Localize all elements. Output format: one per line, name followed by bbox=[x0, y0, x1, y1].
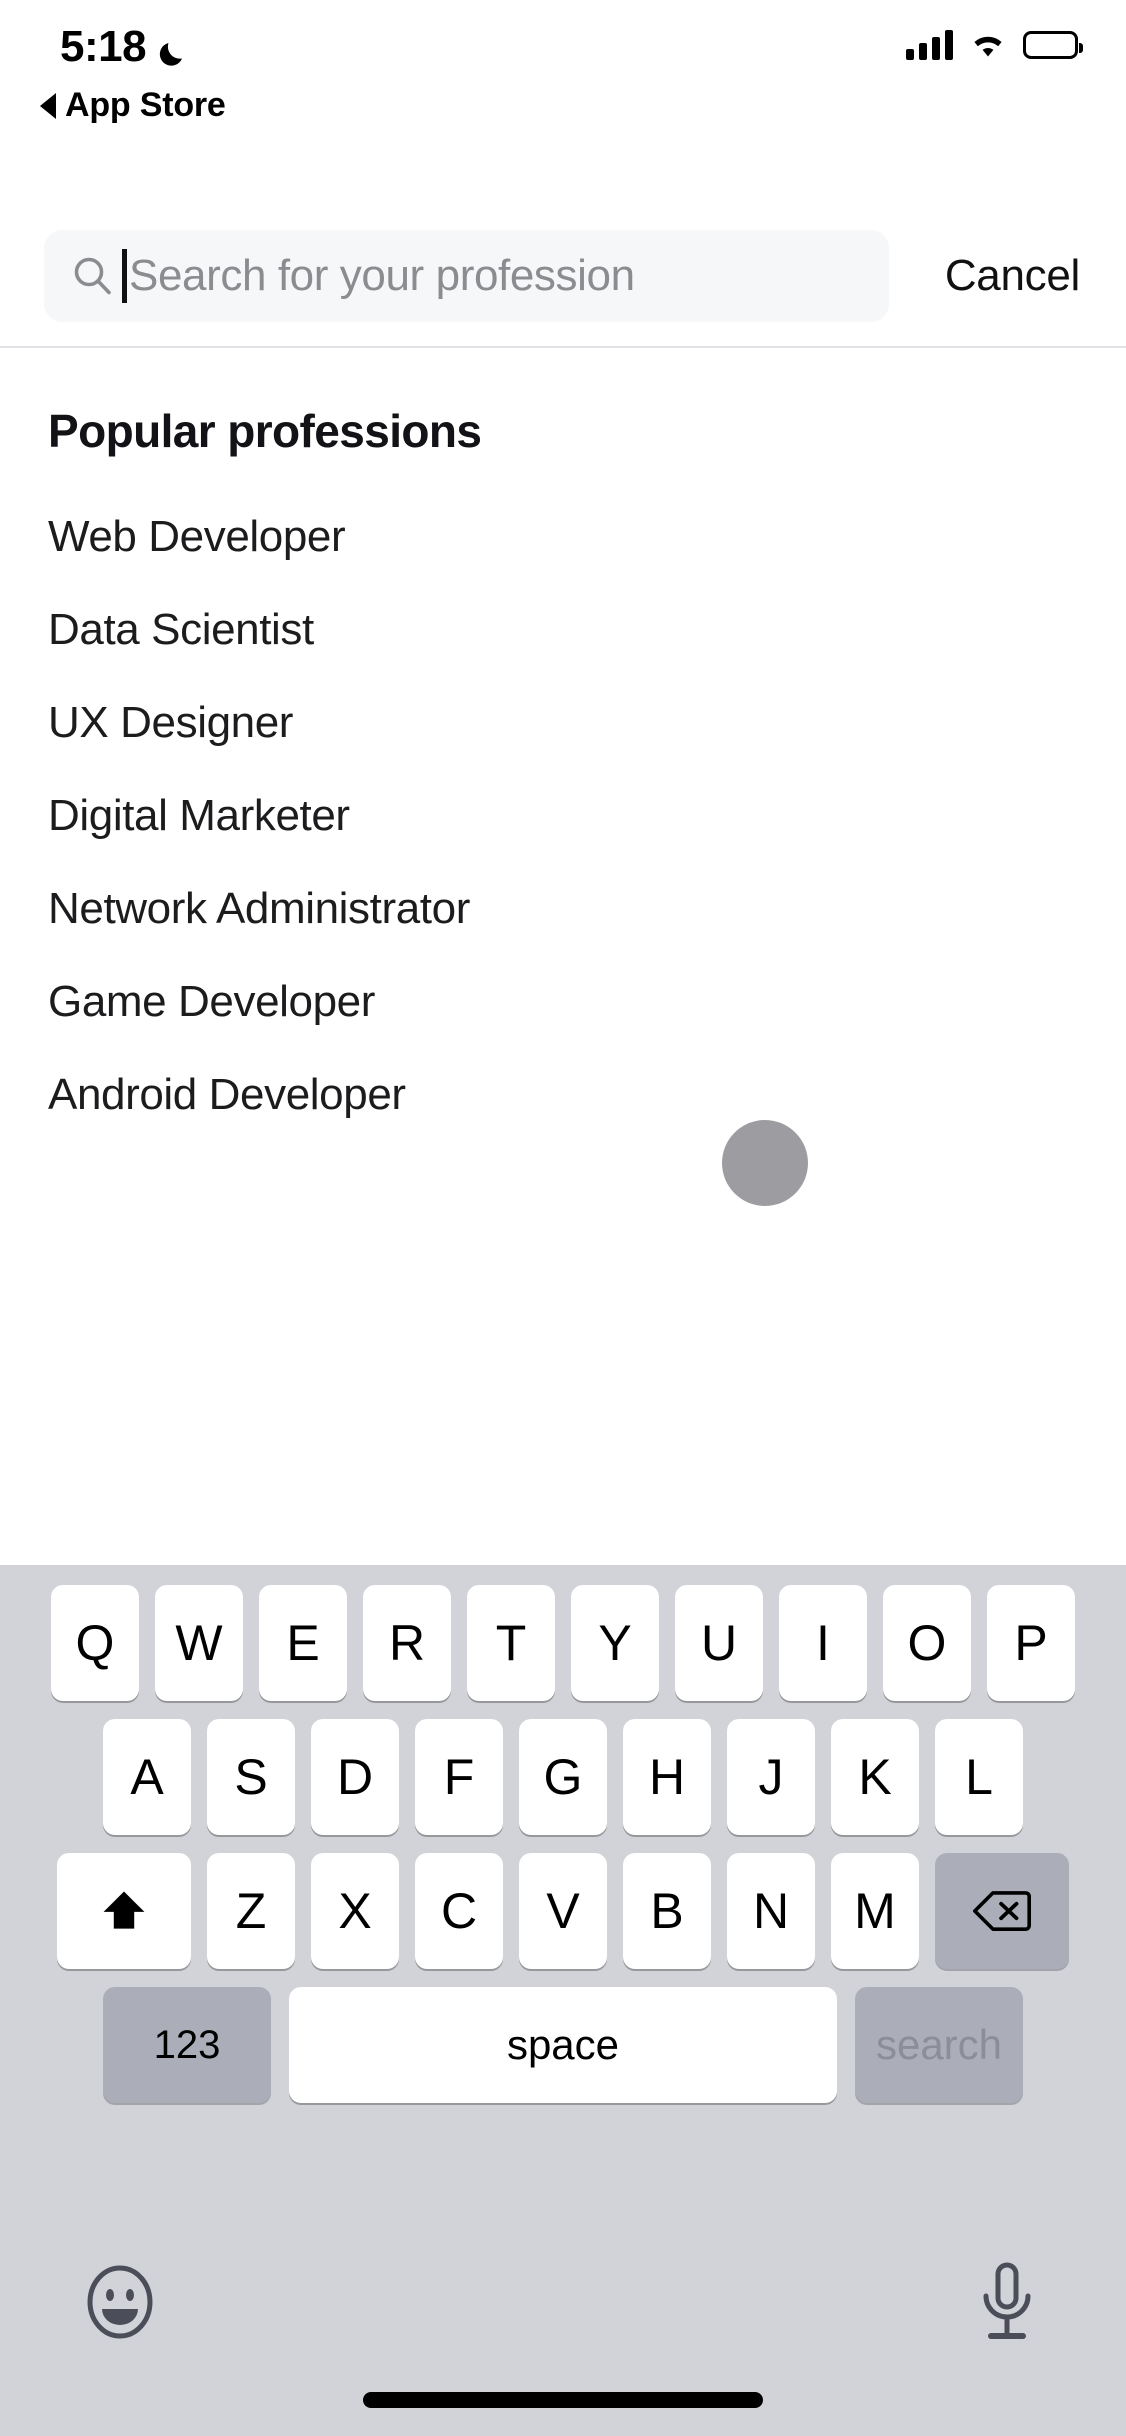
results-panel: Popular professions Web Developer Data Sc… bbox=[0, 348, 1126, 1141]
key-c[interactable]: C bbox=[415, 1853, 503, 1969]
profession-label: Web Developer bbox=[48, 511, 346, 561]
key-j[interactable]: J bbox=[727, 1719, 815, 1835]
profession-row[interactable]: Network Administrator bbox=[0, 862, 1126, 955]
status-bar: 5:18 bbox=[0, 0, 1126, 100]
numbers-key[interactable]: 123 bbox=[103, 1987, 271, 2103]
keyboard-row-1: QWERTYUIOP bbox=[0, 1565, 1126, 1701]
key-z[interactable]: Z bbox=[207, 1853, 295, 1969]
profession-row[interactable]: Android Developer bbox=[0, 1048, 1126, 1141]
profession-row[interactable]: Digital Marketer bbox=[0, 769, 1126, 862]
profession-row[interactable]: Web Developer bbox=[0, 490, 1126, 583]
cellular-bars-icon bbox=[906, 30, 953, 60]
key-h[interactable]: H bbox=[623, 1719, 711, 1835]
phone-screen: 5:18 App Store Search for your professio… bbox=[0, 0, 1126, 2436]
status-bar-time-group: 5:18 bbox=[60, 22, 190, 72]
key-t[interactable]: T bbox=[467, 1585, 555, 1701]
key-i[interactable]: I bbox=[779, 1585, 867, 1701]
microphone-icon[interactable] bbox=[976, 2260, 1038, 2344]
cancel-button[interactable]: Cancel bbox=[943, 251, 1082, 301]
section-title-popular-professions: Popular professions bbox=[48, 405, 482, 457]
profession-list: Web Developer Data Scientist UX Designer Di… bbox=[0, 490, 1126, 1141]
keyboard-row-2: ASDFGHJKL bbox=[0, 1701, 1126, 1835]
key-b[interactable]: B bbox=[623, 1853, 711, 1969]
on-screen-keyboard: QWERTYUIOP ASDFGHJKL ZXCVBNM 123 space s… bbox=[0, 1565, 1126, 2436]
battery-full-icon bbox=[1023, 31, 1083, 59]
key-r[interactable]: R bbox=[363, 1585, 451, 1701]
touch-indicator bbox=[722, 1120, 808, 1206]
status-bar-time: 5:18 bbox=[60, 22, 147, 71]
emoji-smiley-icon[interactable] bbox=[82, 2264, 158, 2340]
key-l[interactable]: L bbox=[935, 1719, 1023, 1835]
key-p[interactable]: P bbox=[987, 1585, 1075, 1701]
key-k[interactable]: K bbox=[831, 1719, 919, 1835]
wifi-icon bbox=[969, 30, 1007, 60]
profession-label: Digital Marketer bbox=[48, 790, 350, 840]
key-u[interactable]: U bbox=[675, 1585, 763, 1701]
key-g[interactable]: G bbox=[519, 1719, 607, 1835]
key-s[interactable]: S bbox=[207, 1719, 295, 1835]
text-cursor bbox=[122, 248, 127, 303]
search-icon bbox=[72, 255, 114, 297]
space-key[interactable]: space bbox=[289, 1987, 837, 2103]
keyboard-row-4: 123 space search bbox=[0, 1969, 1126, 2103]
search-header: Search for your profession Cancel bbox=[0, 205, 1126, 348]
profession-label: Game Developer bbox=[48, 976, 375, 1026]
key-d[interactable]: D bbox=[311, 1719, 399, 1835]
shift-key[interactable] bbox=[57, 1853, 191, 1969]
key-m[interactable]: M bbox=[831, 1853, 919, 1969]
profession-row[interactable]: UX Designer bbox=[0, 676, 1126, 769]
backspace-key[interactable] bbox=[935, 1853, 1069, 1969]
key-o[interactable]: O bbox=[883, 1585, 971, 1701]
search-input[interactable]: Search for your profession bbox=[44, 229, 889, 322]
back-triangle-icon bbox=[40, 92, 56, 119]
backspace-icon bbox=[973, 1891, 1031, 1931]
profession-label: Data Scientist bbox=[48, 604, 314, 654]
key-f[interactable]: F bbox=[415, 1719, 503, 1835]
profession-label: UX Designer bbox=[48, 697, 294, 747]
key-n[interactable]: N bbox=[727, 1853, 815, 1969]
key-x[interactable]: X bbox=[311, 1853, 399, 1969]
crescent-moon-icon bbox=[156, 32, 190, 66]
profession-label: Network Administrator bbox=[48, 883, 470, 933]
back-label: App Store bbox=[65, 86, 226, 124]
key-v[interactable]: V bbox=[519, 1853, 607, 1969]
key-e[interactable]: E bbox=[259, 1585, 347, 1701]
key-w[interactable]: W bbox=[155, 1585, 243, 1701]
key-q[interactable]: Q bbox=[51, 1585, 139, 1701]
key-y[interactable]: Y bbox=[571, 1585, 659, 1701]
profession-row[interactable]: Game Developer bbox=[0, 955, 1126, 1048]
home-indicator bbox=[363, 2392, 763, 2408]
shift-arrow-icon bbox=[103, 1891, 145, 1929]
search-placeholder: Search for your profession bbox=[129, 250, 635, 300]
key-a[interactable]: A bbox=[103, 1719, 191, 1835]
search-return-key[interactable]: search bbox=[855, 1987, 1023, 2103]
keyboard-row-3-letters: ZXCVBNM bbox=[207, 1853, 919, 1969]
back-to-app-store[interactable]: App Store bbox=[40, 86, 226, 125]
profession-label: Android Developer bbox=[48, 1069, 406, 1119]
status-bar-indicators bbox=[906, 30, 1083, 60]
profession-row[interactable]: Data Scientist bbox=[0, 583, 1126, 676]
keyboard-row-3: ZXCVBNM bbox=[0, 1835, 1126, 1969]
